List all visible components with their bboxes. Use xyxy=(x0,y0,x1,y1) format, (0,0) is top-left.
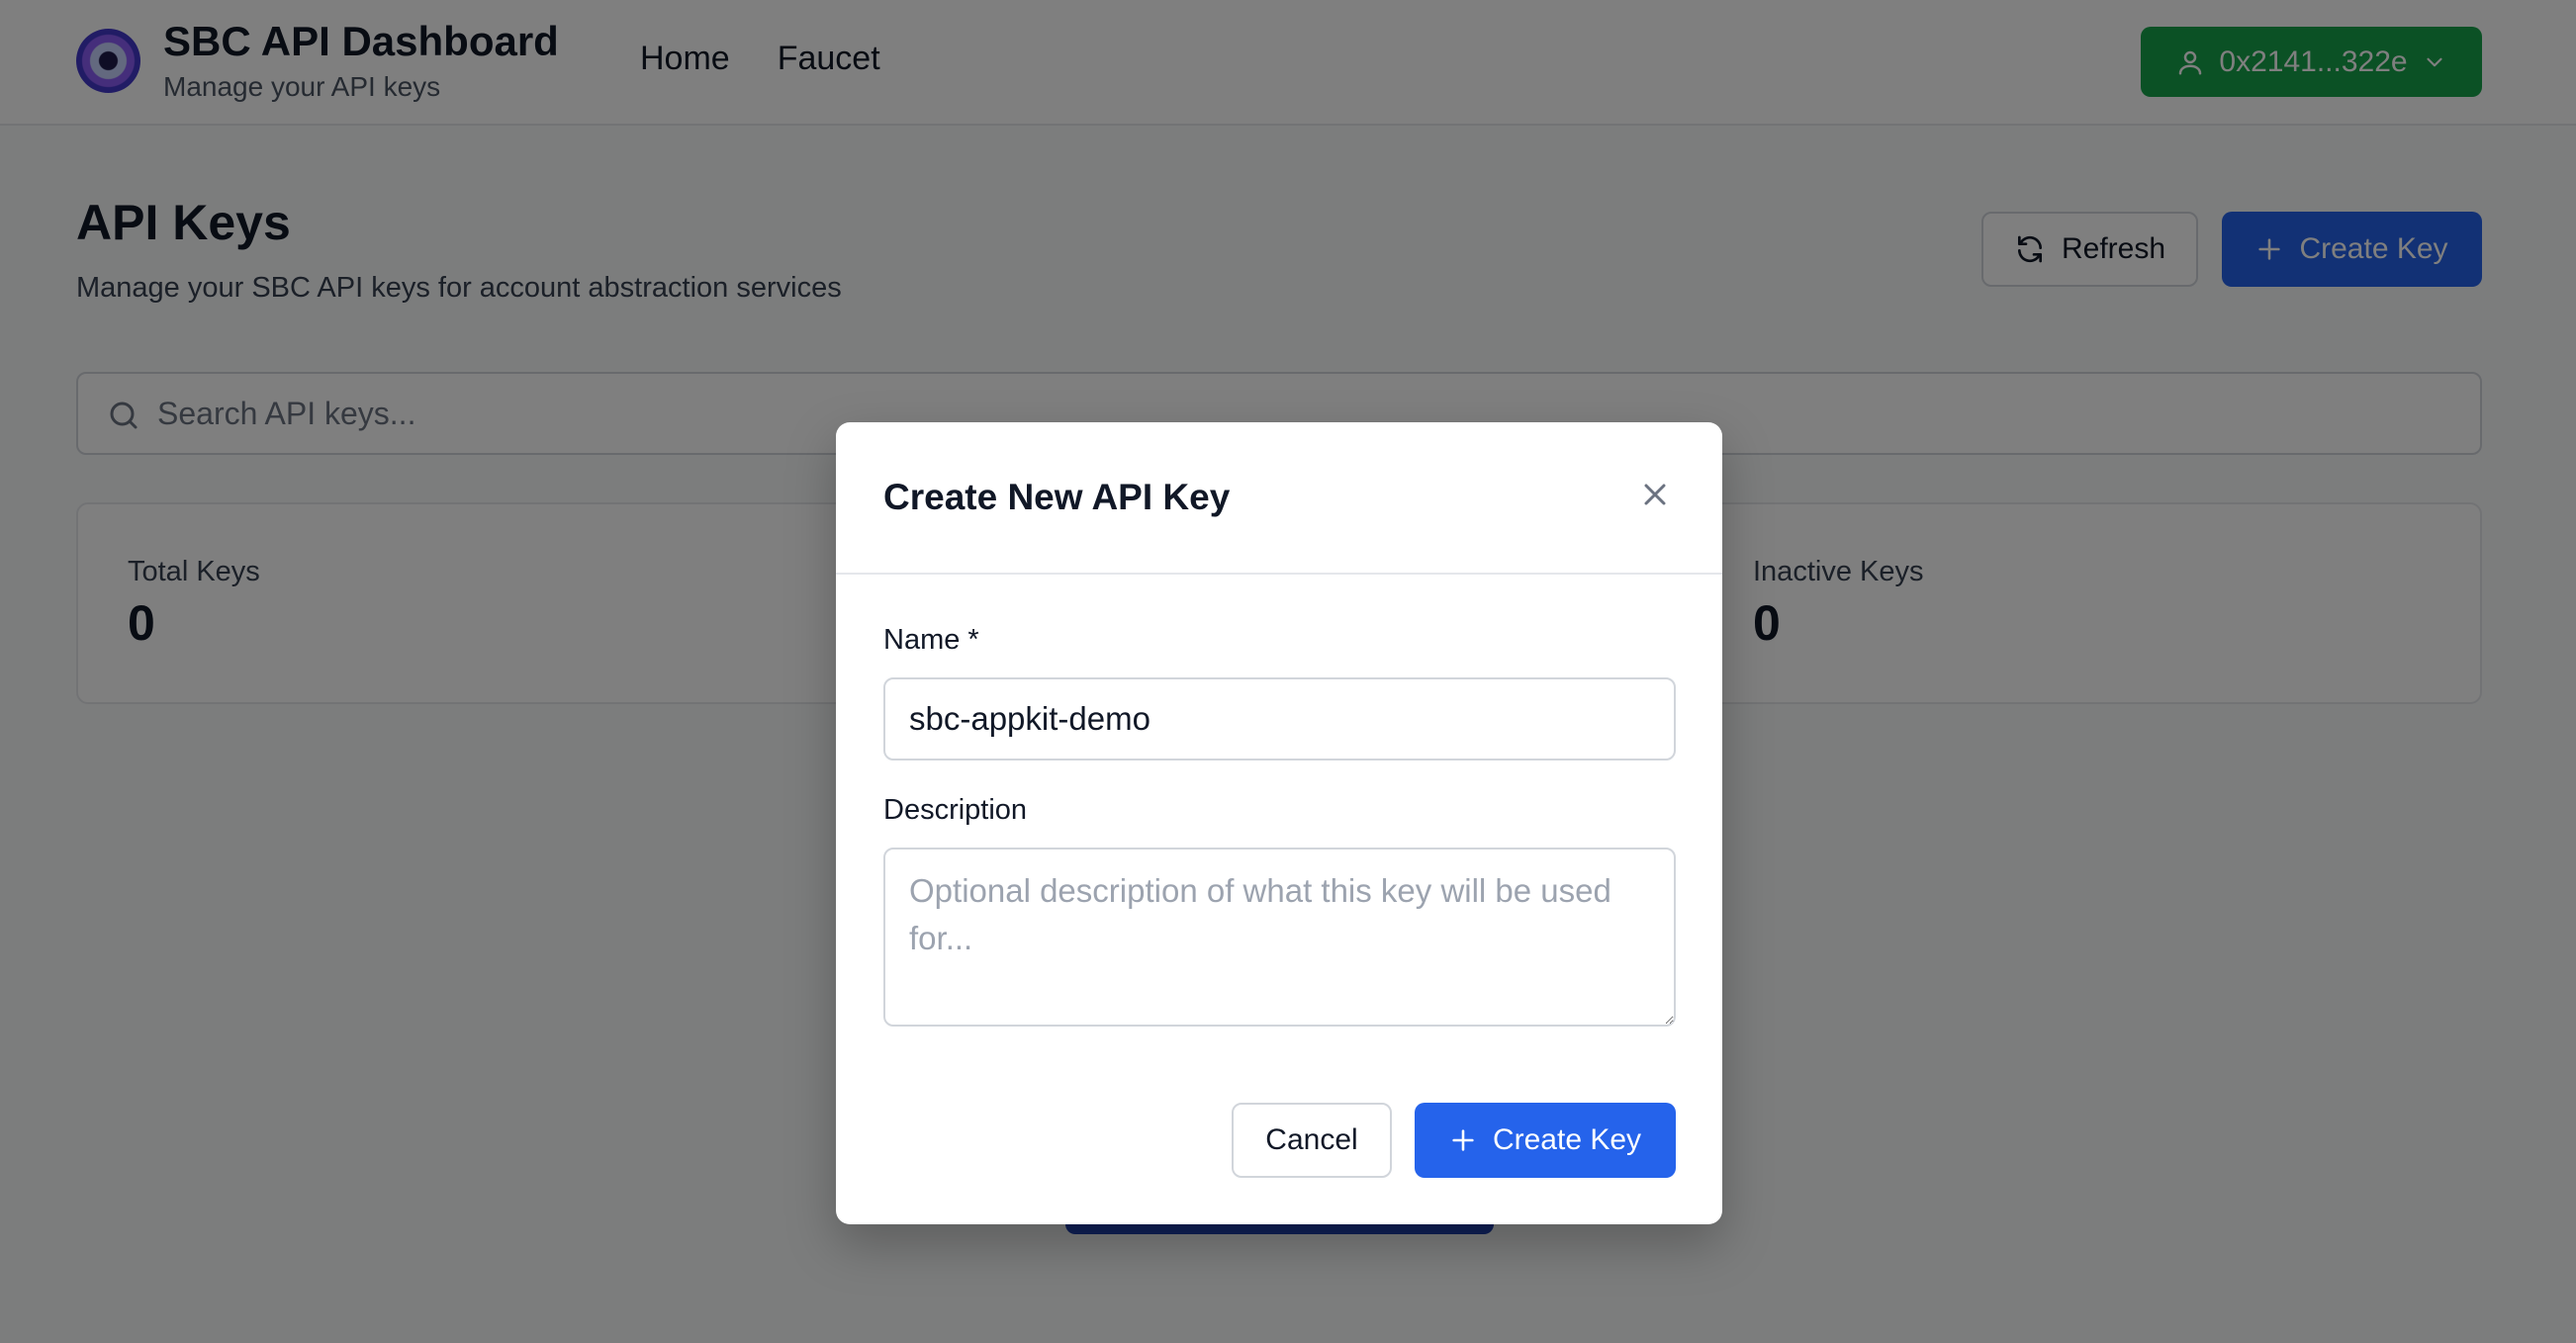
plus-icon xyxy=(1452,1129,1474,1151)
create-key-modal: Create New API Key Name * Description Ca… xyxy=(836,422,1722,1224)
close-icon[interactable] xyxy=(1637,477,1673,512)
name-field[interactable] xyxy=(883,677,1676,761)
modal-title: Create New API Key xyxy=(883,477,1231,517)
create-key-label: Create Key xyxy=(1492,1123,1642,1156)
create-key-button[interactable]: Create Key xyxy=(1415,1103,1676,1178)
description-label: Description xyxy=(883,794,1028,826)
description-field[interactable] xyxy=(883,848,1676,1027)
cancel-button[interactable]: Cancel xyxy=(1232,1103,1392,1178)
name-label: Name * xyxy=(883,624,979,656)
modal-header: Create New API Key xyxy=(836,422,1722,575)
